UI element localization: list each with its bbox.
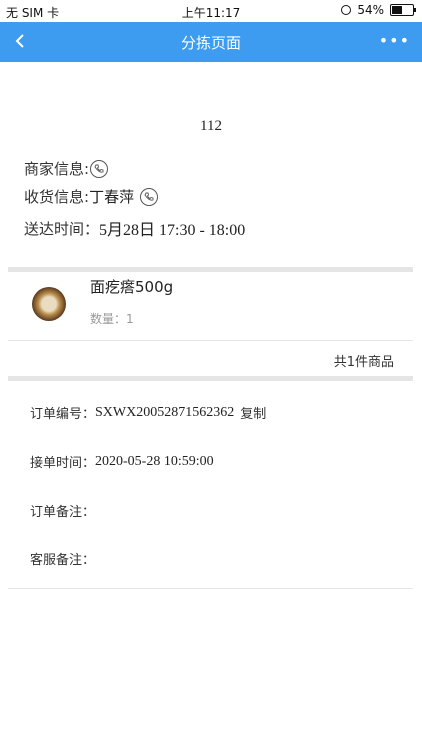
battery-percent: 54% bbox=[357, 3, 384, 17]
copy-button[interactable]: 复制 bbox=[240, 403, 266, 422]
delivery-time: 5月28日 17:30 - 18:00 bbox=[99, 222, 246, 239]
merchant-label: 商家信息: bbox=[24, 160, 90, 178]
page-title: 分拣页面 bbox=[180, 34, 241, 52]
receiver-name: 丁春萍 bbox=[89, 188, 135, 206]
battery-icon bbox=[390, 4, 416, 16]
receiver-info-row: 收货信息: 丁春萍 bbox=[24, 186, 159, 207]
phone-icon[interactable] bbox=[90, 159, 109, 178]
accept-time-label: 接单时间： bbox=[30, 456, 96, 471]
more-button[interactable]: ••• bbox=[379, 31, 410, 50]
phone-glyph-icon bbox=[94, 164, 104, 173]
delivery-time-row: 送达时间： 5月28日 17:30 - 18:00 bbox=[24, 216, 245, 240]
service-note-label: 客服备注： bbox=[30, 553, 96, 568]
product-image bbox=[32, 287, 66, 321]
status-right: 54% bbox=[341, 3, 416, 17]
phone-icon[interactable] bbox=[140, 187, 159, 206]
order-id-label: 订单编号： bbox=[30, 407, 96, 422]
item-total: 共1件商品 bbox=[333, 355, 394, 370]
service-note-row: 客服备注： bbox=[30, 549, 95, 568]
section-divider bbox=[8, 376, 413, 381]
order-note-row: 订单备注： bbox=[30, 501, 95, 520]
order-note-label: 订单备注： bbox=[30, 505, 96, 520]
navigation-bar: 分拣页面 ••• bbox=[0, 22, 422, 62]
divider bbox=[8, 340, 413, 341]
delivery-label: 送达时间： bbox=[24, 219, 100, 238]
order-number: 112 bbox=[200, 118, 222, 134]
accept-time-value: 2020-05-28 10:59:00 bbox=[95, 453, 214, 469]
product-name: 面疙瘩500g bbox=[90, 278, 174, 296]
section-divider bbox=[8, 267, 413, 272]
order-id-value: SXWX20052871562362 bbox=[95, 404, 235, 420]
rotation-lock-icon bbox=[341, 5, 352, 15]
order-id-row: 订单编号： SXWX20052871562362 复制 bbox=[30, 403, 266, 423]
product-quantity: 数量：1 bbox=[90, 312, 134, 326]
divider bbox=[8, 588, 413, 589]
receiver-label: 收货信息: bbox=[24, 188, 90, 206]
phone-glyph-icon bbox=[144, 192, 154, 201]
accept-time-row: 接单时间： 2020-05-28 10:59:00 bbox=[30, 452, 214, 472]
status-bar: 无 SIM 卡 上午11:17 54% bbox=[0, 0, 422, 22]
merchant-info-row: 商家信息: bbox=[24, 158, 109, 179]
